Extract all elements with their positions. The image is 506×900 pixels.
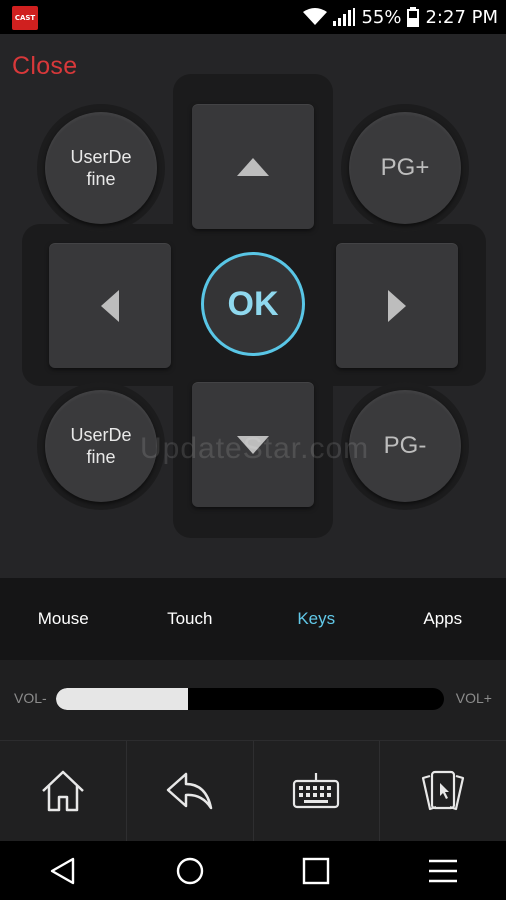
volume-bar: VOL- VOL+: [0, 660, 506, 740]
pg-up-button[interactable]: PG+: [349, 112, 461, 224]
tab-apps[interactable]: Apps: [380, 578, 506, 660]
signal-icon: [333, 8, 356, 26]
volume-up-label[interactable]: VOL+: [456, 690, 492, 706]
system-nav-bar: [0, 841, 506, 900]
tab-keys[interactable]: Keys: [253, 578, 380, 660]
volume-slider[interactable]: [56, 688, 444, 710]
arrow-right-icon: [388, 289, 406, 322]
action-bar: [0, 740, 506, 841]
recents-square-icon: [303, 857, 330, 884]
tab-touch[interactable]: Touch: [127, 578, 254, 660]
cards-touch-icon: [422, 770, 465, 811]
back-arrow-icon: [166, 772, 212, 810]
nav-recents-button[interactable]: [286, 846, 346, 896]
userdefine-top-label: UserDe fine: [70, 147, 132, 189]
dpad-up-button[interactable]: [192, 104, 314, 229]
ok-button[interactable]: OK: [201, 252, 305, 356]
status-icons: 55% 2:27 PM: [303, 0, 498, 34]
pg-up-label: PG+: [380, 154, 430, 181]
arrow-up-icon: [237, 157, 269, 176]
nav-home-button[interactable]: [160, 846, 220, 896]
nav-back-button[interactable]: [33, 846, 93, 896]
home-circle-icon: [176, 857, 203, 884]
apps-cards-button[interactable]: [380, 741, 506, 841]
arrow-left-icon: [101, 289, 119, 322]
home-button[interactable]: [0, 741, 127, 841]
dpad-right-button[interactable]: [336, 243, 458, 368]
app-badge-text: CAST: [14, 14, 36, 22]
battery-percent: 55%: [361, 6, 402, 28]
volume-down-label[interactable]: VOL-: [14, 690, 47, 706]
tab-mouse[interactable]: Mouse: [0, 578, 127, 660]
ok-label: OK: [227, 284, 279, 323]
wifi-icon: [303, 8, 328, 25]
keyboard-button[interactable]: [254, 741, 381, 841]
watermark: UpdateStar.com: [140, 432, 370, 465]
app-badge: CAST: [12, 6, 38, 30]
volume-slider-fill: [56, 688, 188, 710]
status-bar: CAST 55% 2:27 PM: [0, 0, 506, 34]
userdefine-bottom-label: UserDe fine: [70, 425, 132, 467]
pg-down-label: PG-: [383, 432, 427, 459]
back-button[interactable]: [127, 741, 254, 841]
clock: 2:27 PM: [425, 6, 498, 28]
home-icon: [42, 770, 84, 812]
userdefine-top-button[interactable]: UserDe fine: [45, 112, 157, 224]
keyboard-icon: [293, 773, 340, 809]
back-triangle-icon: [51, 857, 75, 884]
menu-icon: [428, 859, 457, 882]
dpad-left-button[interactable]: [49, 243, 171, 368]
close-button[interactable]: Close: [12, 52, 77, 81]
mode-tabs: Mouse Touch Keys Apps: [0, 578, 506, 660]
battery-icon: [407, 7, 420, 27]
nav-menu-button[interactable]: [413, 846, 473, 896]
